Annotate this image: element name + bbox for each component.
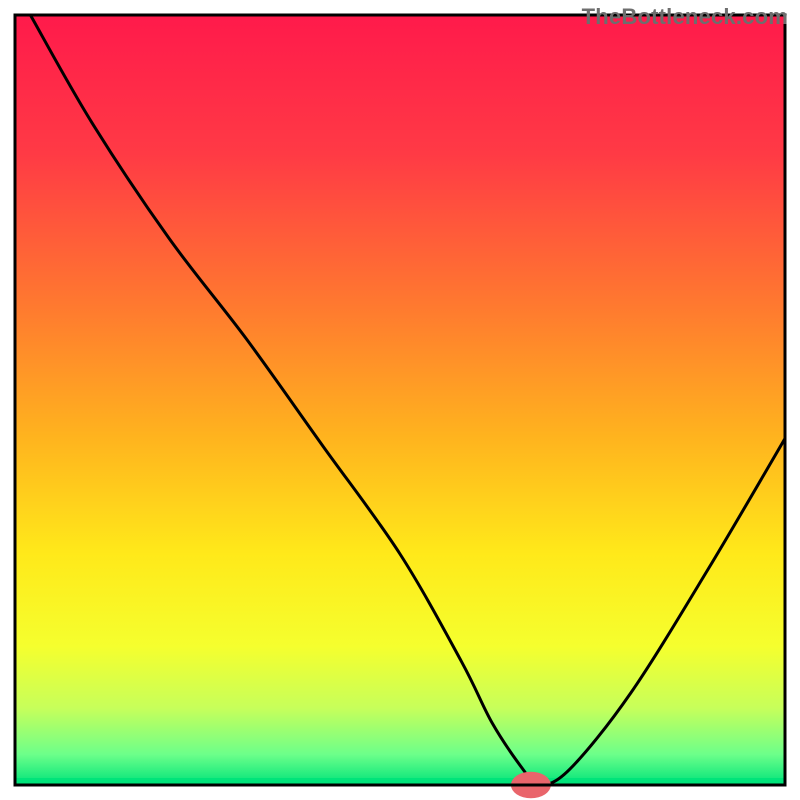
heat-gradient-background (15, 15, 785, 785)
chart-stage: TheBottleneck.com (0, 0, 800, 800)
watermark-text: TheBottleneck.com (582, 4, 788, 30)
bottleneck-chart (0, 0, 800, 800)
